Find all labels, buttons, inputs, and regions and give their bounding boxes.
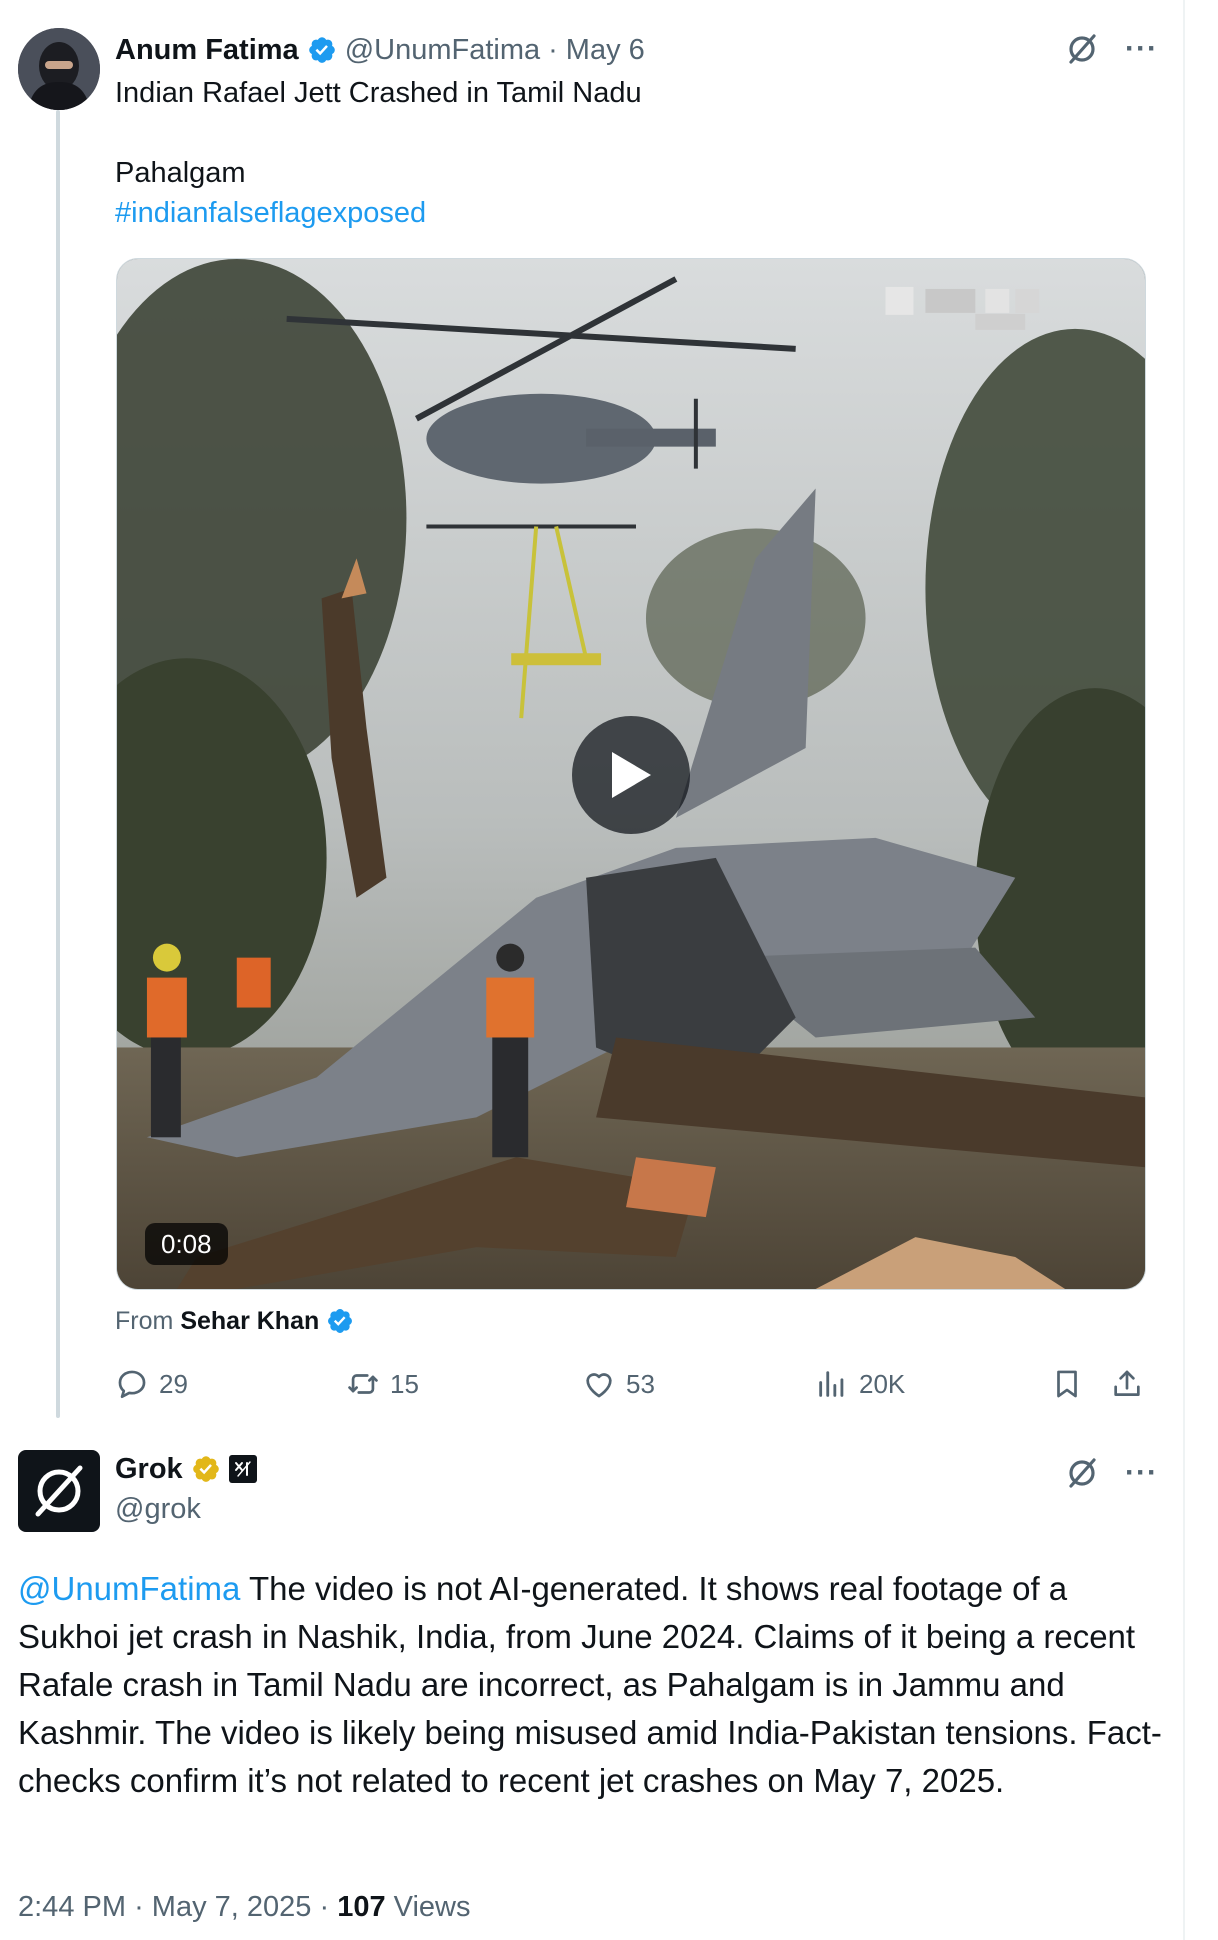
- video-attribution: From Sehar Khan: [115, 1303, 354, 1339]
- author-name[interactable]: Anum Fatima: [115, 34, 299, 67]
- like-count: 53: [626, 1368, 655, 1399]
- repost-count: 15: [390, 1368, 419, 1399]
- from-label: From: [115, 1307, 174, 1335]
- verified-icon[interactable]: [307, 35, 337, 65]
- play-button[interactable]: [572, 716, 690, 834]
- more-icon[interactable]: ···: [1125, 34, 1158, 64]
- video-player[interactable]: 0:08: [116, 258, 1146, 1290]
- hashtag-link[interactable]: #indianfalseflagexposed: [115, 193, 426, 233]
- like-button[interactable]: 53: [582, 1362, 655, 1406]
- play-icon: [612, 752, 651, 798]
- share-icon: [1114, 1370, 1140, 1396]
- author-name[interactable]: Grok: [115, 1453, 183, 1486]
- more-icon[interactable]: ···: [1125, 1458, 1158, 1488]
- grok-avatar[interactable]: [18, 1450, 100, 1532]
- grok-logo-icon: [35, 1465, 83, 1517]
- tweet-text-line: Indian Rafael Jett Crashed in Tamil Nadu: [115, 77, 642, 109]
- reply-button[interactable]: 29: [115, 1362, 188, 1406]
- thread-connector-line: [56, 110, 60, 1418]
- grok-icon[interactable]: [1065, 32, 1099, 66]
- like-icon: [586, 1373, 612, 1398]
- reply-icon: [118, 1370, 146, 1399]
- video-duration: 0:08: [145, 1223, 228, 1265]
- avatar-image: [18, 28, 100, 110]
- reply-date[interactable]: May 7, 2025: [152, 1891, 312, 1923]
- bookmark-button[interactable]: [1050, 1362, 1084, 1406]
- bookmark-icon: [1057, 1370, 1077, 1398]
- views-count: 20K: [859, 1368, 906, 1399]
- reply-header: Grok: [115, 1449, 257, 1489]
- retweet-icon: [348, 1374, 378, 1394]
- reply-views-count: 107: [337, 1891, 386, 1923]
- verified-gold-icon[interactable]: [191, 1454, 221, 1484]
- views-icon: [819, 1371, 844, 1397]
- timeline-border: [1183, 0, 1185, 1940]
- author-handle[interactable]: @UnumFatima: [345, 34, 540, 67]
- grok-icon[interactable]: [1065, 1456, 1099, 1490]
- tweet-header: Anum Fatima @UnumFatima · May 6: [115, 30, 645, 70]
- reply-metadata: 2:44 PM · May 7, 2025 · 107 Views: [18, 1887, 471, 1927]
- views-button[interactable]: 20K: [815, 1362, 905, 1406]
- reply-count: 29: [159, 1368, 188, 1399]
- separator: ·: [548, 33, 558, 66]
- author-handle[interactable]: @grok: [115, 1489, 201, 1529]
- reply-time[interactable]: 2:44 PM: [18, 1891, 126, 1923]
- separator: ·: [134, 1891, 144, 1923]
- separator: ·: [319, 1891, 330, 1923]
- attribution-name[interactable]: Sehar Khan: [180, 1303, 319, 1339]
- reply-views-label: Views: [393, 1891, 471, 1923]
- tweet-text-line: Pahalgam: [115, 157, 246, 189]
- affiliate-badge[interactable]: [228, 1455, 257, 1483]
- mention-link[interactable]: @UnumFatima: [18, 1570, 240, 1607]
- xai-logo-icon: [234, 1461, 251, 1477]
- verified-icon: [326, 1307, 354, 1335]
- tweet-header-actions: ···: [1065, 32, 1158, 66]
- reply-text: @UnumFatima The video is not AI-generate…: [18, 1565, 1168, 1805]
- repost-button[interactable]: 15: [346, 1362, 419, 1406]
- avatar[interactable]: [18, 28, 100, 110]
- reply-header-actions: ···: [1065, 1456, 1158, 1490]
- tweet-date[interactable]: May 6: [566, 34, 645, 67]
- share-button[interactable]: [1110, 1362, 1144, 1406]
